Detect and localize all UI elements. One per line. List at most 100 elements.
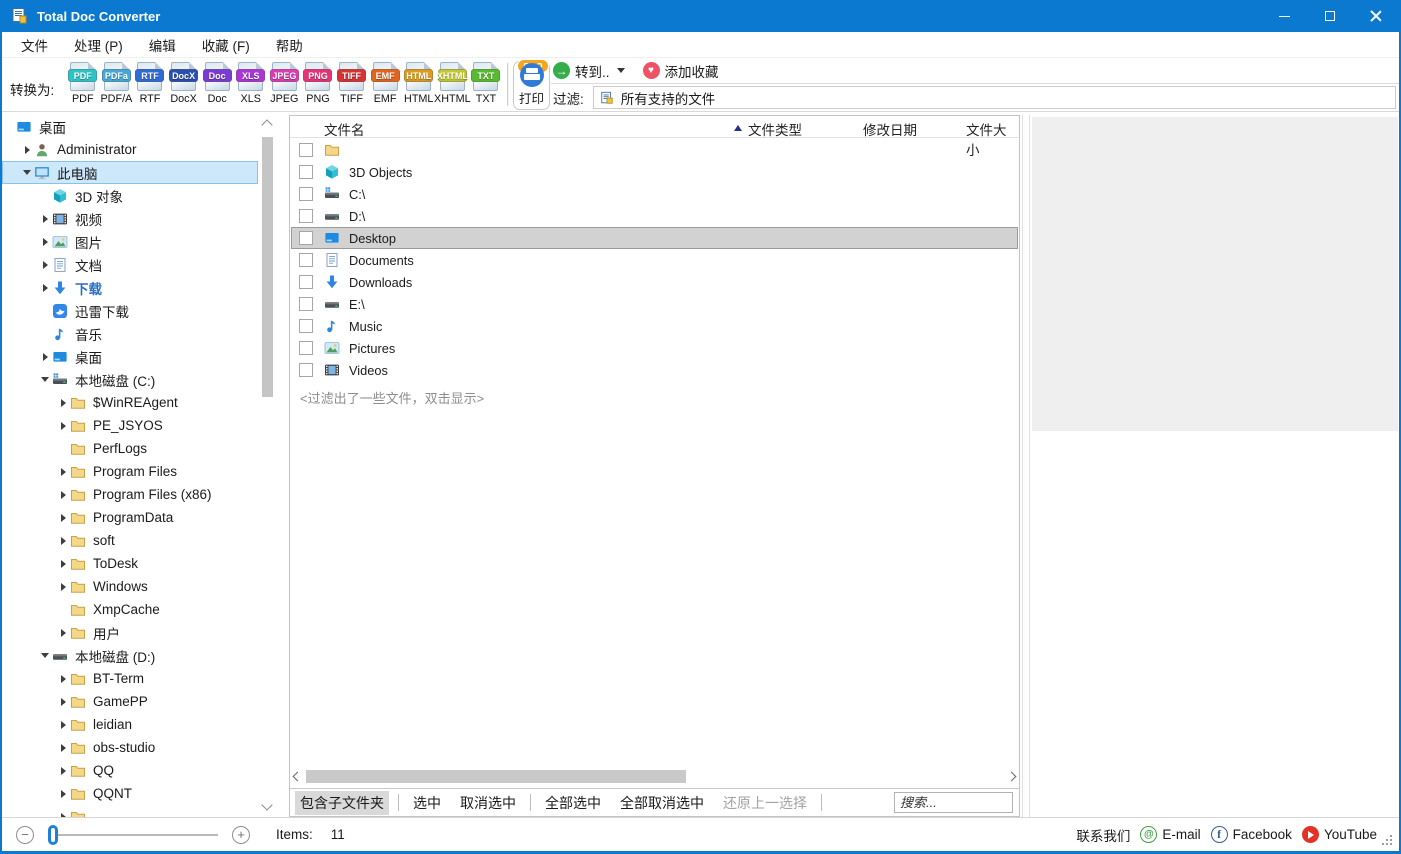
sidebar-item-item[interactable]: [2, 805, 258, 817]
minimize-button[interactable]: [1261, 0, 1307, 32]
horizontal-scrollbar[interactable]: [292, 769, 1017, 785]
sort-ascending-icon[interactable]: [734, 125, 742, 131]
restore-selection-button[interactable]: 还原上一选择: [718, 791, 812, 815]
sidebar-item-item[interactable]: 图片: [2, 230, 258, 253]
format-button-xls[interactable]: XLSXLS: [234, 62, 268, 105]
file-row-videos[interactable]: Videos: [291, 359, 1018, 381]
tree-scrollbar[interactable]: [260, 115, 275, 817]
file-row-documents[interactable]: Documents: [291, 249, 1018, 271]
panel-splitter[interactable]: [1022, 115, 1030, 817]
scroll-left-icon[interactable]: [293, 772, 303, 782]
menu-process[interactable]: 处理 (P): [61, 32, 136, 57]
file-row-c[interactable]: C:\: [291, 183, 1018, 205]
sidebar-item-program-files[interactable]: Program Files: [2, 460, 258, 483]
tree-expand-arrow-icon[interactable]: [38, 215, 52, 223]
tree-expand-arrow-icon[interactable]: [38, 238, 52, 246]
format-button-pdf-a[interactable]: PDFaPDF/A: [100, 62, 134, 105]
menu-file[interactable]: 文件: [8, 32, 61, 57]
checkbox[interactable]: [299, 187, 313, 201]
menu-edit[interactable]: 编辑: [136, 32, 189, 57]
format-button-txt[interactable]: TXTTXT: [469, 62, 503, 105]
check-all-button[interactable]: 全部选中: [540, 791, 606, 815]
format-button-jpeg[interactable]: JPEGJPEG: [268, 62, 302, 105]
contact-us-label[interactable]: 联系我们: [1076, 825, 1130, 845]
checkbox[interactable]: [299, 253, 313, 267]
tree-expand-arrow-icon[interactable]: [56, 721, 70, 729]
maximize-button[interactable]: [1307, 0, 1353, 32]
file-row-d[interactable]: D:\: [291, 205, 1018, 227]
checkbox[interactable]: [299, 319, 313, 333]
checkbox[interactable]: [299, 209, 313, 223]
horizontal-scrollbar-thumb[interactable]: [306, 770, 686, 783]
filtered-files-note[interactable]: <过滤出了一些文件，双击显示>: [300, 388, 1018, 407]
format-button-doc[interactable]: DocDoc: [200, 62, 234, 105]
youtube-link[interactable]: YouTube: [1302, 826, 1377, 843]
tree-expand-arrow-icon[interactable]: [20, 146, 34, 154]
tree-expand-arrow-icon[interactable]: [56, 629, 70, 637]
sidebar-item-pe-jsyos[interactable]: PE_JSYOS: [2, 414, 258, 437]
sidebar-item-item[interactable]: 音乐: [2, 322, 258, 345]
file-row-downloads[interactable]: Downloads: [291, 271, 1018, 293]
sidebar-item-winreagent[interactable]: $WinREAgent: [2, 391, 258, 414]
tree-expand-arrow-icon[interactable]: [56, 698, 70, 706]
sidebar-item-gamepp[interactable]: GamePP: [2, 690, 258, 713]
tree-expand-arrow-icon[interactable]: [56, 744, 70, 752]
checkbox[interactable]: [299, 143, 313, 157]
checkbox[interactable]: [299, 231, 313, 245]
resize-grip[interactable]: [1382, 835, 1394, 847]
close-button[interactable]: [1353, 0, 1399, 32]
sidebar-item-program-files-x86[interactable]: Program Files (x86): [2, 483, 258, 506]
tree-expand-arrow-icon[interactable]: [56, 399, 70, 407]
zoom-out-button[interactable]: −: [16, 826, 34, 844]
format-button-pdf[interactable]: PDFPDF: [66, 62, 100, 105]
checkbox[interactable]: [299, 363, 313, 377]
file-row-desktop[interactable]: Desktop: [291, 227, 1018, 249]
format-button-tiff[interactable]: TIFFTIFF: [335, 62, 369, 105]
scroll-down-icon[interactable]: [261, 799, 272, 810]
file-row-e[interactable]: E:\: [291, 293, 1018, 315]
format-button-docx[interactable]: DocXDocX: [167, 62, 201, 105]
sidebar-item-3d[interactable]: 3D 对象: [2, 184, 258, 207]
sidebar-item-item[interactable]: 视频: [2, 207, 258, 230]
sidebar-item-item[interactable]: 文档: [2, 253, 258, 276]
tree-expand-arrow-icon[interactable]: [56, 468, 70, 476]
tree-collapse-arrow-icon[interactable]: [38, 377, 52, 382]
file-row-3d-objects[interactable]: 3D Objects: [291, 161, 1018, 183]
sidebar-item-todesk[interactable]: ToDesk: [2, 552, 258, 575]
sidebar-item-perflogs[interactable]: PerfLogs: [2, 437, 258, 460]
tree-expand-arrow-icon[interactable]: [56, 491, 70, 499]
scroll-right-icon[interactable]: [1007, 772, 1017, 782]
include-subfolders-button[interactable]: 包含子文件夹: [295, 791, 389, 815]
sidebar-item-d[interactable]: 本地磁盘 (D:): [2, 644, 258, 667]
tree-scrollbar-thumb[interactable]: [262, 137, 273, 397]
facebook-link[interactable]: Facebook: [1211, 826, 1292, 843]
format-button-png[interactable]: PNGPNG: [301, 62, 335, 105]
tree-expand-arrow-icon[interactable]: [56, 767, 70, 775]
sidebar-item-qqnt[interactable]: QQNT: [2, 782, 258, 805]
sidebar-item-item[interactable]: 用户: [2, 621, 258, 644]
tree-expand-arrow-icon[interactable]: [56, 422, 70, 430]
format-button-xhtml[interactable]: XHTMLXHTML: [436, 62, 470, 105]
search-input[interactable]: [894, 792, 1013, 813]
file-row-pictures[interactable]: Pictures: [291, 337, 1018, 359]
tree-expand-arrow-icon[interactable]: [56, 514, 70, 522]
menu-favorites[interactable]: 收藏 (F): [189, 32, 263, 57]
uncheck-button[interactable]: 取消选中: [455, 791, 521, 815]
filter-select[interactable]: 所有支持的文件: [593, 86, 1396, 109]
column-header-filetype[interactable]: 文件类型: [748, 119, 802, 139]
zoom-slider-track[interactable]: [58, 834, 218, 836]
sidebar-item-xmpcache[interactable]: XmpCache: [2, 598, 258, 621]
tree-expand-arrow-icon[interactable]: [56, 560, 70, 568]
tree-expand-arrow-icon[interactable]: [38, 353, 52, 361]
sidebar-item-programdata[interactable]: ProgramData: [2, 506, 258, 529]
format-button-rtf[interactable]: RTFRTF: [133, 62, 167, 105]
checkbox[interactable]: [299, 165, 313, 179]
zoom-in-button[interactable]: +: [232, 826, 250, 844]
file-row-music[interactable]: Music: [291, 315, 1018, 337]
sidebar-item-administrator[interactable]: Administrator: [2, 138, 258, 161]
tree-expand-arrow-icon[interactable]: [56, 537, 70, 545]
column-header-modified[interactable]: 修改日期: [863, 119, 917, 139]
sidebar-item-item[interactable]: 下载: [2, 276, 258, 299]
tree-expand-arrow-icon[interactable]: [38, 261, 52, 269]
sidebar-item-item[interactable]: 迅雷下载: [2, 299, 258, 322]
